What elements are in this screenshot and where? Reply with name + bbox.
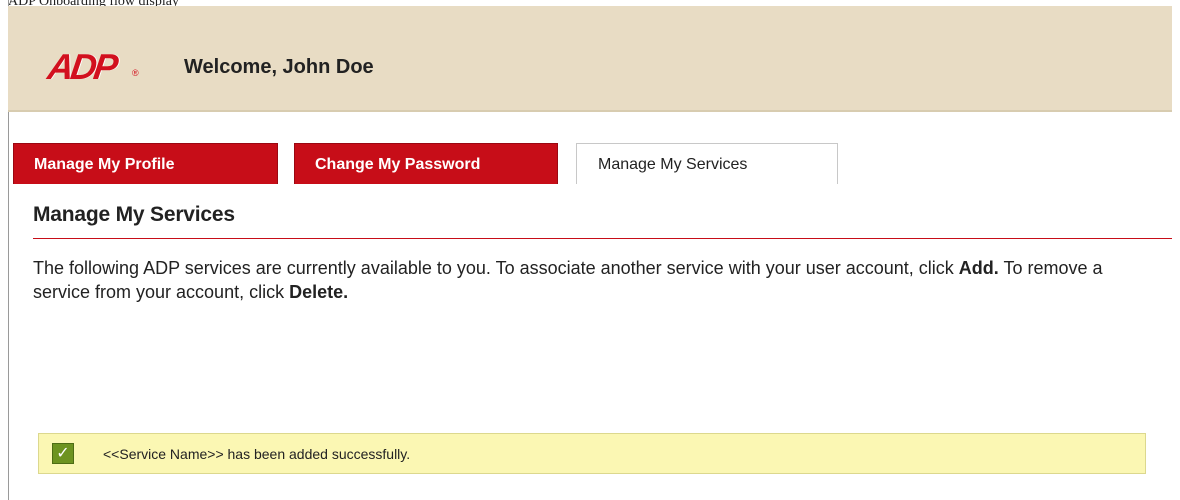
intro-text: The following ADP services are currently…: [33, 256, 1153, 304]
welcome-message: Welcome, John Doe: [184, 56, 374, 78]
delete-keyword: Delete.: [289, 282, 349, 302]
success-alert: ✓ <<Service Name>> has been added succes…: [38, 433, 1146, 474]
page-header: ADP ® Welcome, John Doe: [8, 6, 1172, 112]
tab-manage-my-profile[interactable]: Manage My Profile: [13, 143, 278, 184]
registered-mark: ®: [132, 68, 139, 78]
tab-manage-my-services[interactable]: Manage My Services: [576, 143, 838, 184]
add-keyword: Add.: [958, 258, 999, 278]
checkmark-icon: ✓: [52, 443, 74, 464]
tab-change-my-password[interactable]: Change My Password: [294, 143, 558, 184]
page-title: Manage My Services: [33, 203, 235, 226]
success-message: <<Service Name>> has been added successf…: [103, 446, 411, 462]
logo-text: ADP: [45, 46, 118, 87]
adp-logo: ADP ®: [45, 46, 144, 92]
title-divider: [33, 238, 1172, 239]
intro-text-part-1: The following ADP services are currently…: [33, 258, 959, 278]
